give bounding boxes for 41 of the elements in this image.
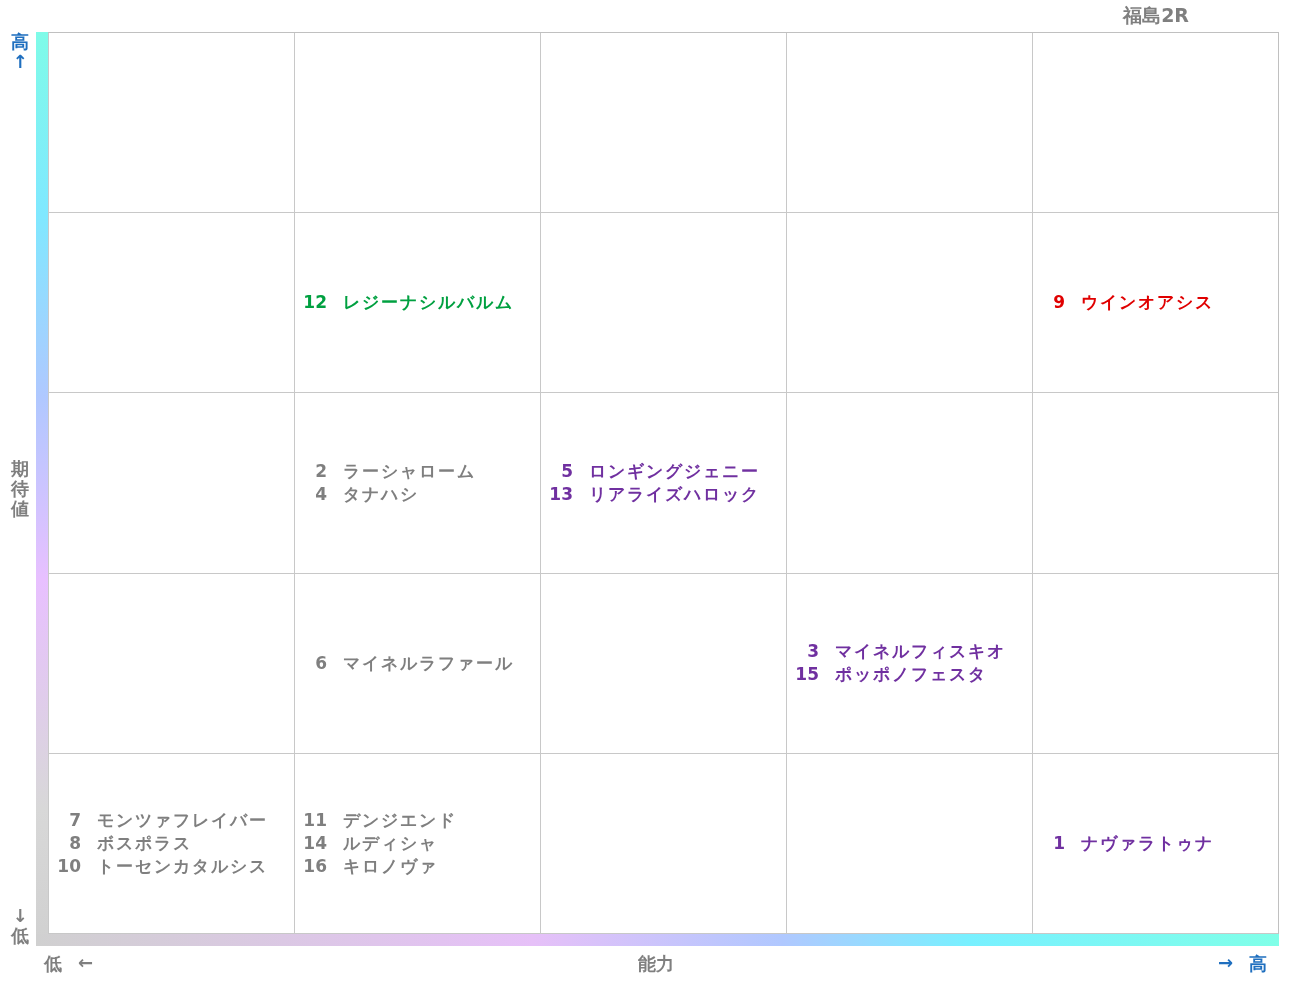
horse-number: 9 — [1052, 291, 1065, 315]
y-axis-high-label: 高↑ — [11, 32, 29, 72]
horse-number: 7 — [68, 808, 81, 832]
horse-name: マイネルフィスキオ — [835, 640, 1007, 664]
horse-name: レジーナシルバルム — [343, 291, 515, 315]
left-arrow: ← — [78, 952, 94, 975]
horse-number: 13 — [548, 483, 573, 506]
horse-name: モンツァフレイバー — [97, 808, 269, 832]
x-axis-low-label: 低 — [44, 952, 62, 976]
horse-name: デンジエンド — [343, 808, 458, 832]
horse-name: ナヴァラトゥナ — [1081, 831, 1215, 855]
horse-number: 1 — [1052, 831, 1065, 855]
horse-number: 5 — [560, 460, 573, 483]
horse-name: キロノヴァ — [343, 854, 439, 878]
horse-name: ロンギングジェニー — [589, 460, 761, 483]
right-arrow: → — [1217, 952, 1233, 975]
horse-number: 6 — [314, 651, 327, 675]
horse-name: トーセンカタルシス — [97, 854, 269, 878]
horse-number: 2 — [314, 460, 327, 483]
y-axis-low-label: ↓低 — [11, 906, 29, 946]
horse-number: 10 — [56, 854, 81, 878]
horse-name: ラーシャローム — [343, 460, 477, 483]
horse-number: 15 — [794, 663, 819, 687]
horse-name: ポッポノフェスタ — [835, 663, 988, 687]
horse-number: 16 — [302, 854, 327, 878]
horse-name: ボスポラス — [97, 831, 193, 855]
horse-number: 4 — [314, 483, 327, 506]
horse-name: マイネルラファール — [343, 651, 515, 675]
horse-name: ルディシャ — [343, 831, 439, 855]
horse-number: 3 — [806, 640, 819, 664]
chart-title: 福島2R — [1121, 3, 1190, 28]
horse-name: タナハシ — [343, 483, 420, 506]
horse-number: 12 — [302, 291, 327, 315]
horse-name: ウインオアシス — [1081, 291, 1215, 315]
x-axis-label: 能力 — [637, 952, 674, 976]
horse-number: 8 — [68, 831, 81, 855]
horse-number: 11 — [302, 808, 327, 832]
horse-name: リアライズハロック — [589, 483, 761, 506]
horse-number: 14 — [302, 831, 327, 855]
y-axis-label: 期待値 — [11, 459, 29, 519]
x-axis-high-label: 高 — [1249, 952, 1267, 976]
